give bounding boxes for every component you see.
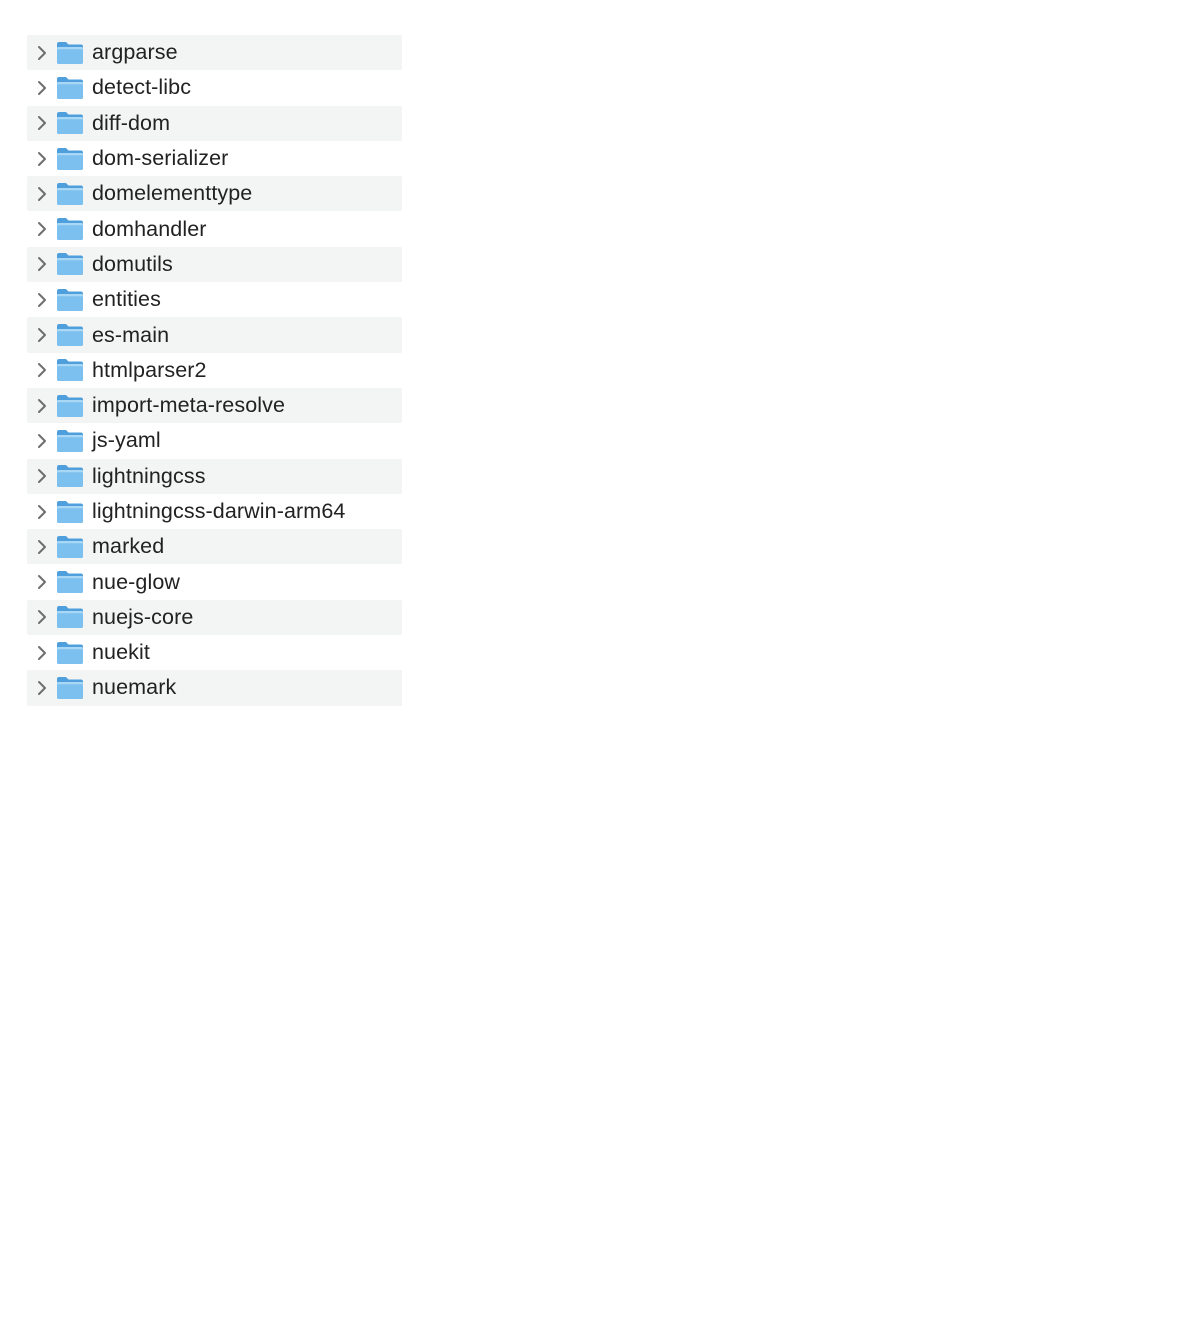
folder-icon — [57, 76, 83, 99]
list-item-label: es-main — [92, 322, 170, 347]
chevron-right-icon[interactable] — [28, 600, 56, 635]
list-item[interactable]: import-meta-resolve — [27, 387, 402, 424]
folder-icon — [57, 182, 83, 205]
folder-icon — [57, 500, 83, 523]
list-item[interactable]: marked — [27, 529, 402, 565]
chevron-right-icon[interactable] — [28, 353, 56, 388]
chevron-right-icon[interactable] — [28, 494, 56, 529]
list-item[interactable]: entities — [27, 282, 402, 317]
list-item[interactable]: lightningcss — [27, 458, 402, 494]
folder-icon — [57, 394, 83, 417]
chevron-right-icon[interactable] — [28, 529, 56, 564]
list-item[interactable]: detect-libc — [27, 70, 402, 105]
list-item[interactable]: nuekit — [27, 635, 402, 670]
list-item-label: lightningcss-darwin-arm64 — [92, 499, 346, 523]
chevron-right-icon[interactable] — [28, 318, 56, 353]
list-item-label: js-yaml — [92, 428, 161, 453]
chevron-right-icon[interactable] — [28, 106, 56, 141]
folder-icon — [57, 535, 83, 558]
list-item[interactable]: domhandler — [27, 211, 402, 246]
list-item-label: nuejs-core — [92, 604, 194, 629]
list-item-label: nue-glow — [92, 569, 181, 594]
chevron-right-icon[interactable] — [28, 141, 56, 176]
folder-icon — [57, 606, 83, 629]
chevron-right-icon[interactable] — [28, 70, 56, 105]
list-item-label: lightningcss — [92, 463, 206, 488]
list-item-label: nuekit — [92, 640, 150, 665]
chevron-right-icon[interactable] — [28, 635, 56, 670]
folder-icon — [57, 218, 83, 241]
list-item-label: domutils — [92, 251, 173, 276]
folder-icon — [57, 676, 83, 699]
chevron-right-icon[interactable] — [28, 670, 56, 705]
list-item[interactable]: nuemark — [27, 670, 402, 706]
list-item-label: diff-dom — [92, 110, 171, 135]
list-item-label: argparse — [92, 40, 178, 65]
chevron-right-icon[interactable] — [28, 388, 56, 423]
folder-icon — [57, 112, 83, 135]
list-item[interactable]: nue-glow — [27, 564, 402, 599]
chevron-right-icon[interactable] — [28, 423, 56, 458]
list-item-label: detect-libc — [92, 75, 192, 100]
chevron-right-icon[interactable] — [28, 35, 56, 70]
chevron-right-icon[interactable] — [28, 459, 56, 494]
folder-icon — [57, 571, 83, 594]
list-item[interactable]: htmlparser2 — [27, 353, 402, 388]
chevron-right-icon[interactable] — [28, 247, 56, 282]
list-item[interactable]: es-main — [27, 317, 402, 353]
list-item[interactable]: argparse — [27, 35, 402, 71]
folder-icon — [57, 429, 83, 452]
list-item-label: domhandler — [92, 216, 207, 241]
chevron-right-icon[interactable] — [28, 212, 56, 247]
chevron-right-icon[interactable] — [28, 282, 56, 317]
list-item-label: dom-serializer — [92, 146, 229, 171]
list-item-label: htmlparser2 — [92, 357, 207, 382]
chevron-right-icon[interactable] — [28, 176, 56, 211]
list-item[interactable]: domelementtype — [27, 176, 402, 212]
list-item-label: marked — [92, 534, 165, 559]
list-item-label: entities — [92, 287, 161, 312]
chevron-right-icon[interactable] — [28, 565, 56, 600]
folder-icon — [57, 147, 83, 170]
folder-icon — [57, 288, 83, 311]
list-item[interactable]: nuejs-core — [27, 599, 402, 636]
folder-icon — [57, 253, 83, 276]
list-item[interactable]: js-yaml — [27, 423, 402, 458]
list-item-label: nuemark — [92, 675, 177, 700]
folder-icon — [57, 641, 83, 664]
folder-icon — [57, 41, 83, 64]
list-item-label: import-meta-resolve — [92, 393, 286, 418]
folder-icon — [57, 324, 83, 347]
list-item[interactable]: dom-serializer — [27, 141, 402, 176]
folder-icon — [57, 359, 83, 382]
file-list: argparse detect-libc diff-dom dom-serial… — [27, 35, 402, 706]
list-item[interactable]: domutils — [27, 246, 402, 283]
folder-icon — [57, 465, 83, 488]
list-item[interactable]: diff-dom — [27, 105, 402, 141]
list-item[interactable]: lightningcss-darwin-arm64 — [27, 494, 402, 529]
list-item-label: domelementtype — [92, 181, 253, 206]
